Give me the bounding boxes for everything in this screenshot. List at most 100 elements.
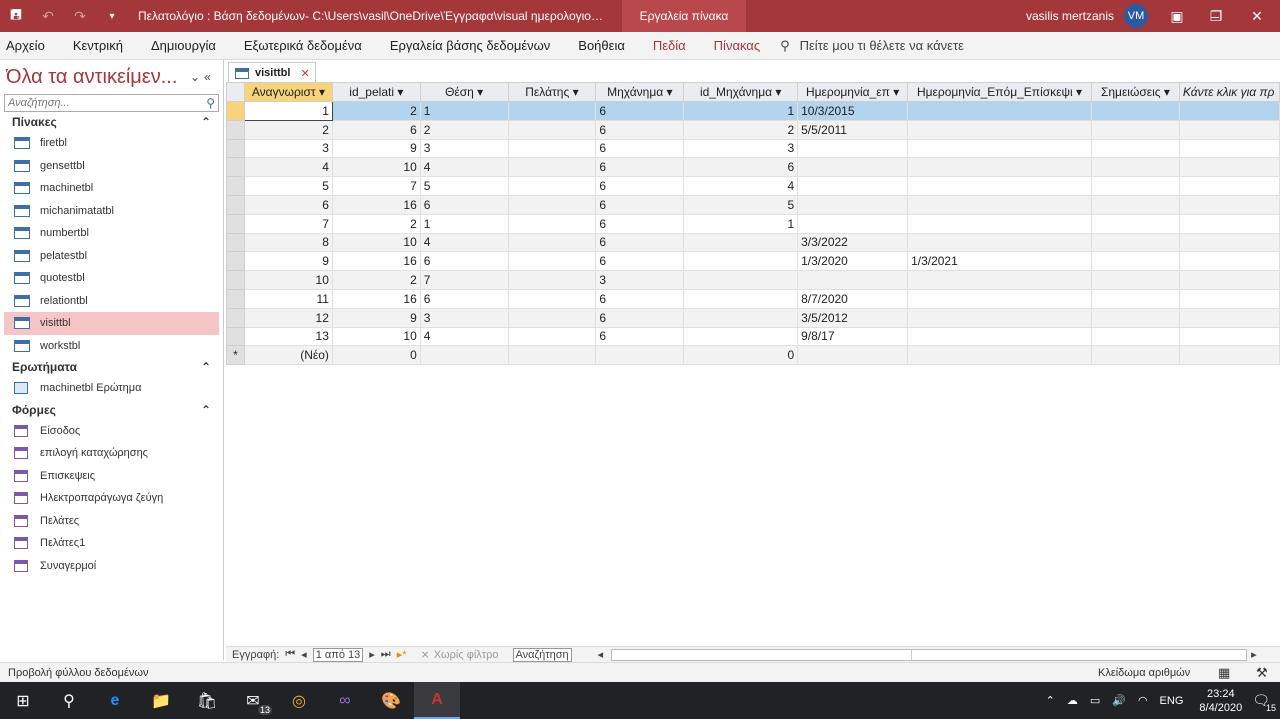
nav-item-form-4[interactable]: Ηλεκτροπαράγωγα ζεύγη bbox=[0, 487, 223, 510]
grid-cell[interactable] bbox=[907, 176, 1092, 196]
grid-cell[interactable]: 6 bbox=[243, 194, 333, 215]
chrome-icon[interactable]: ◎ bbox=[276, 682, 322, 719]
grid-cell[interactable] bbox=[1178, 157, 1280, 178]
grid-cell[interactable]: 16 bbox=[331, 288, 421, 309]
grid-cell[interactable]: 5 bbox=[683, 194, 799, 215]
grid-cell[interactable]: 3/5/2012 bbox=[797, 307, 909, 328]
grid-cell[interactable] bbox=[1178, 251, 1280, 272]
grid-cell[interactable]: 1 bbox=[243, 101, 333, 121]
grid-cell[interactable]: 2 bbox=[331, 101, 421, 121]
grid-cell[interactable] bbox=[507, 251, 597, 272]
table-row[interactable]: 9 16 6 6 1/3/2020 1/3/2021 bbox=[226, 251, 1280, 272]
row-selector[interactable] bbox=[226, 213, 245, 234]
tab-table[interactable]: Πίνακας bbox=[700, 38, 774, 53]
grid-cell[interactable] bbox=[797, 176, 909, 196]
grid-cell[interactable]: 6 bbox=[595, 251, 685, 272]
nav-item-machinetbl[interactable]: machinetbl bbox=[0, 177, 223, 200]
grid-cell[interactable] bbox=[1178, 307, 1280, 328]
grid-cell[interactable] bbox=[507, 307, 597, 328]
scroll-right-icon[interactable]: ▸ bbox=[1251, 648, 1257, 661]
datasheet-view-icon[interactable]: ▦ bbox=[1218, 665, 1230, 681]
grid-cell[interactable] bbox=[797, 345, 909, 366]
grid-cell[interactable] bbox=[1090, 288, 1180, 309]
grid-cell[interactable]: 3 bbox=[683, 138, 799, 159]
row-selector[interactable] bbox=[226, 288, 245, 309]
grid-cell[interactable]: 3 bbox=[419, 307, 509, 328]
grid-cell[interactable] bbox=[1178, 101, 1280, 121]
design-view-icon[interactable]: ⚒ bbox=[1256, 665, 1268, 681]
grid-cell[interactable]: 2 bbox=[331, 270, 421, 290]
grid-cell[interactable] bbox=[1090, 138, 1180, 159]
grid-cell[interactable]: 1/3/2021 bbox=[907, 251, 1092, 272]
nav-search-input[interactable] bbox=[8, 97, 188, 109]
grid-cell[interactable]: 8/7/2020 bbox=[797, 288, 909, 309]
column-header[interactable]: Ημερομηνία_επ ▾ bbox=[797, 82, 909, 102]
table-row[interactable]: 72161 bbox=[226, 213, 1280, 234]
grid-cell[interactable] bbox=[1178, 194, 1280, 215]
next-record-icon[interactable]: ▸ bbox=[369, 648, 375, 661]
grid-cell[interactable] bbox=[1090, 119, 1180, 140]
grid-cell[interactable] bbox=[507, 119, 597, 140]
grid-cell[interactable] bbox=[907, 213, 1092, 234]
grid-cell[interactable]: 4 bbox=[683, 176, 799, 196]
grid-cell[interactable] bbox=[907, 345, 1092, 366]
grid-cell[interactable]: 7 bbox=[419, 270, 509, 290]
row-selector[interactable] bbox=[226, 251, 245, 272]
nav-item-form-6[interactable]: Πελάτες1 bbox=[0, 532, 223, 555]
grid-cell[interactable]: 0 bbox=[331, 345, 421, 366]
grid-cell[interactable]: 4 bbox=[419, 326, 509, 347]
grid-cell[interactable] bbox=[507, 194, 597, 215]
edge-icon[interactable]: e bbox=[92, 682, 138, 719]
grid-cell[interactable]: 3/3/2022 bbox=[797, 232, 909, 253]
user-account[interactable]: vasilis mertzanis VM bbox=[1026, 0, 1149, 32]
grid-cell[interactable] bbox=[907, 326, 1092, 347]
grid-cell[interactable] bbox=[1090, 232, 1180, 253]
grid-cell[interactable] bbox=[683, 326, 799, 347]
grid-cell[interactable] bbox=[1178, 288, 1280, 309]
table-row[interactable]: 11 16 6 6 8/7/2020 bbox=[226, 288, 1280, 309]
nav-item-form-7[interactable]: Συναγερμοί bbox=[0, 555, 223, 578]
grid-cell[interactable] bbox=[683, 288, 799, 309]
restore-button[interactable]: ❐ bbox=[1206, 0, 1226, 32]
grid-cell[interactable]: 12 bbox=[243, 307, 333, 328]
column-header[interactable]: Αναγνωριστ ▾ bbox=[243, 82, 333, 102]
grid-cell[interactable]: 3 bbox=[419, 138, 509, 159]
grid-cell[interactable] bbox=[1090, 307, 1180, 328]
clock[interactable]: 23:24 8/4/2020 bbox=[1199, 687, 1242, 715]
nav-item-pelatestbl[interactable]: pelatestbl bbox=[0, 245, 223, 268]
grid-cell[interactable]: 6 bbox=[595, 194, 685, 215]
nav-item-numbertbl[interactable]: numbertbl bbox=[0, 222, 223, 245]
visual-studio-icon[interactable]: ∞ bbox=[322, 682, 368, 719]
nav-item-firetbl[interactable]: firetbl bbox=[0, 132, 223, 155]
tab-external-data[interactable]: Εξωτερικά δεδομένα bbox=[230, 38, 376, 53]
access-icon[interactable]: A bbox=[414, 682, 460, 719]
new-record-row[interactable]: * (Νέο) 0 0 bbox=[226, 345, 1280, 366]
column-header[interactable]: id_Μηχάνημα ▾ bbox=[683, 82, 799, 102]
grid-cell[interactable]: 6 bbox=[595, 176, 685, 196]
grid-cell[interactable]: 9 bbox=[331, 307, 421, 328]
grid-cell[interactable] bbox=[1178, 270, 1280, 290]
grid-cell[interactable]: 3 bbox=[243, 138, 333, 159]
grid-cell[interactable]: 1 bbox=[683, 213, 799, 234]
search-icon[interactable]: ⚲ bbox=[206, 96, 215, 110]
grid-cell[interactable] bbox=[1090, 326, 1180, 347]
tab-home[interactable]: Κεντρική bbox=[59, 38, 137, 53]
grid-cell[interactable] bbox=[1090, 251, 1180, 272]
nav-pane-header[interactable]: Όλα τα αντικείμεν... ⌄ « bbox=[0, 60, 223, 94]
chevron-up-icon[interactable]: ⌃ bbox=[1046, 694, 1055, 707]
grid-cell[interactable] bbox=[683, 270, 799, 290]
row-selector[interactable] bbox=[226, 119, 245, 140]
grid-cell[interactable] bbox=[907, 194, 1092, 215]
paint-icon[interactable]: 🎨 bbox=[368, 682, 414, 719]
grid-cell[interactable] bbox=[797, 213, 909, 234]
grid-cell[interactable] bbox=[1178, 119, 1280, 140]
grid-cell[interactable]: 13 bbox=[243, 326, 333, 347]
nav-search[interactable]: ⚲ bbox=[4, 94, 219, 112]
column-header[interactable]: Μηχάνημα ▾ bbox=[595, 82, 685, 102]
grid-cell[interactable]: 6 bbox=[595, 157, 685, 178]
language-indicator[interactable]: ENG bbox=[1160, 695, 1184, 707]
search-icon[interactable]: ⚲ bbox=[46, 682, 92, 719]
table-row[interactable]: 6 16 6 6 5 bbox=[226, 194, 1280, 215]
grid-cell[interactable] bbox=[1090, 157, 1180, 178]
column-header[interactable]: Πελάτης ▾ bbox=[507, 82, 597, 102]
